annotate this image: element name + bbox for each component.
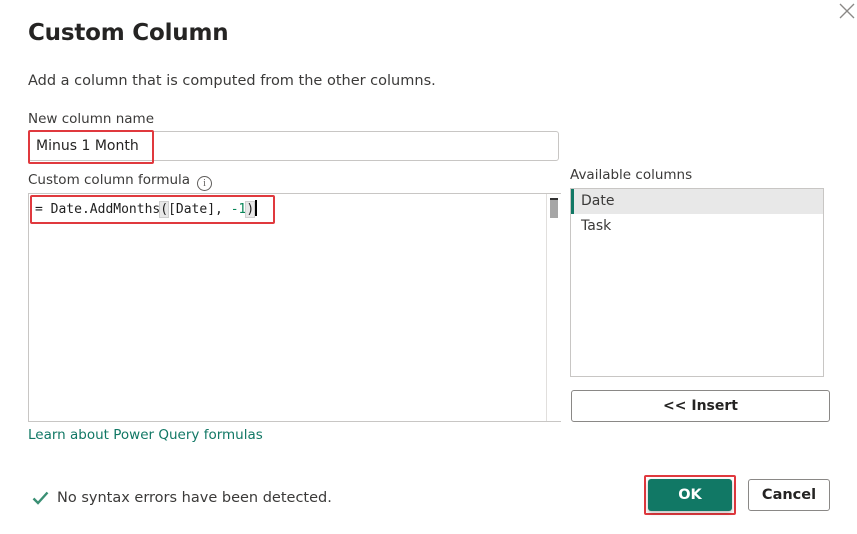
scrollbar-thumb[interactable] (550, 198, 558, 218)
available-columns-label: Available columns (570, 167, 693, 183)
column-item-task[interactable]: Task (571, 214, 823, 239)
checkmark-icon (32, 491, 49, 505)
dialog-description: Add a column that is computed from the o… (28, 73, 436, 89)
syntax-status-text: No syntax errors have been detected. (57, 490, 332, 506)
close-button[interactable] (838, 2, 856, 20)
cancel-button[interactable]: Cancel (748, 479, 830, 511)
ok-button[interactable]: OK (648, 479, 732, 511)
dialog-title: Custom Column (28, 20, 229, 46)
highlight-box-formula (30, 195, 275, 224)
info-icon[interactable]: i (197, 176, 212, 191)
syntax-status: No syntax errors have been detected. (32, 490, 332, 506)
formula-editor[interactable]: = Date.AddMonths([Date], -1) (28, 193, 561, 422)
custom-formula-label: Custom column formula (28, 172, 191, 188)
available-columns-list[interactable]: Date Task (570, 188, 824, 377)
editor-scrollbar[interactable] (546, 194, 561, 421)
insert-button[interactable]: << Insert (571, 390, 830, 422)
column-item-date[interactable]: Date (571, 189, 823, 214)
highlight-box-name (28, 130, 154, 164)
learn-power-query-link[interactable]: Learn about Power Query formulas (28, 427, 263, 443)
new-column-name-label: New column name (28, 111, 155, 127)
close-icon (839, 3, 855, 19)
